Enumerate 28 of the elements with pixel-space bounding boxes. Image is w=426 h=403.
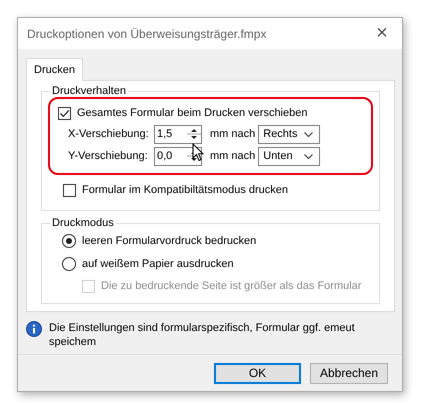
unit-label: mm nach xyxy=(210,128,256,140)
dialog-button[interactable]: Abbrechen xyxy=(310,362,388,384)
chevron-icon xyxy=(304,154,314,158)
checkbox[interactable] xyxy=(58,106,71,120)
field-label: Y-Verschiebung: xyxy=(68,150,149,162)
group-title: Druckmodus xyxy=(51,217,115,229)
dropdown[interactable]: Rechts xyxy=(258,124,320,144)
unit-label: mm nach xyxy=(210,150,256,162)
info-icon xyxy=(26,321,42,337)
radio-label: auf weißem Papier ausdrucken xyxy=(82,258,234,270)
field-label: X-Verschiebung: xyxy=(68,128,150,140)
cursor-icon xyxy=(192,143,204,162)
checkbox-label: Die zu bedruckende Seite ist größer als das Formular xyxy=(101,280,362,292)
dialog-button[interactable]: OK xyxy=(214,362,301,384)
spin-field[interactable]: 1,5 xyxy=(154,124,202,144)
chevron-icon xyxy=(304,132,314,136)
checkbox-label: Gesamtes Formular beim Drucken verschieben xyxy=(77,107,308,119)
tab[interactable]: Drucken xyxy=(26,58,83,81)
checkbox-label: Formular im Kompatibiltätsmodus drucken xyxy=(82,184,288,196)
dropdown[interactable]: Unten xyxy=(258,146,320,166)
radio-label: leeren Formularvordruck bedrucken xyxy=(82,234,256,246)
checkbox[interactable] xyxy=(63,184,76,196)
group-title: Druckverhalten xyxy=(51,85,127,97)
radio-button[interactable] xyxy=(62,234,76,248)
close-button[interactable]: × xyxy=(362,18,402,49)
info-text: Die Einstellungen sind formularspezifisch, Formular ggf. emeut speichem xyxy=(49,321,356,349)
radio-button[interactable] xyxy=(62,256,76,270)
window-title: Druckoptionen von Überweisungsträger.fmpx xyxy=(27,26,266,40)
